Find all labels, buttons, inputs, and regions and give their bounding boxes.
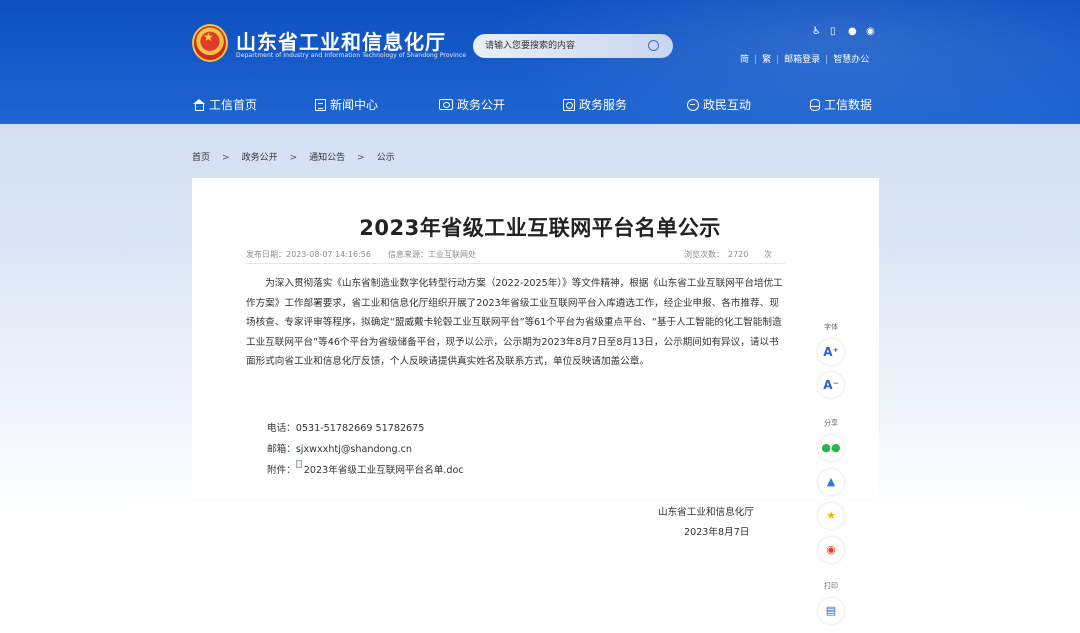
breadcrumb-separator: >	[357, 153, 365, 163]
breadcrumb-publicity[interactable]: 公示	[377, 153, 395, 163]
publish-date-label: 发布日期：	[246, 250, 286, 259]
nav-item-label: 政务服务	[579, 98, 628, 112]
breadcrumb-home[interactable]: 首页	[192, 153, 210, 163]
nav-item-label: 政务公开	[457, 98, 506, 112]
utility-links: 简 | 繁 | 邮箱登录 | 智慧办公	[740, 47, 869, 65]
nav-item-news[interactable]: 新闻中心	[315, 94, 378, 114]
attachment-link[interactable]: 2023年省级工业互联网平台名单.doc	[304, 465, 464, 476]
contact-phone: 电话：0531-51782669 51782675	[267, 420, 424, 434]
info-source-value: 工业互联网处	[428, 250, 476, 259]
email-label: 邮箱：	[267, 444, 296, 455]
site-header: ★ 山东省工业和信息化厅 Department of Industry and …	[0, 0, 1080, 124]
publish-date-value: 2023-08-07 14:16:56	[286, 250, 371, 259]
share-qzone-button[interactable]: ★	[818, 503, 844, 529]
wechat-icon[interactable]: ●	[848, 26, 857, 38]
divider	[245, 263, 785, 264]
attachment-label: 附件：	[267, 465, 296, 476]
qq-icon: ▲	[826, 475, 836, 488]
breadcrumb: 首页 > 政务公开 > 通知公告 > 公示	[192, 145, 395, 163]
share-qq-button[interactable]: ▲	[818, 469, 844, 495]
article-body: 为深入贯彻落实《山东省制造业数字化转型行动方案（2022-2025年）》等文件精…	[246, 278, 783, 367]
contact-email: 邮箱：sjxwxxhtj@shandong.cn	[267, 441, 412, 455]
nav-item-data[interactable]: 工信数据	[810, 94, 872, 114]
search-box	[473, 34, 673, 58]
nav-item-label: 工信数据	[824, 98, 873, 112]
share-wechat-button[interactable]: ●●	[818, 435, 844, 461]
nav-item-home[interactable]: 工信首页	[192, 94, 257, 114]
font-size-label: 字体	[824, 323, 838, 331]
view-count-value: 2720	[728, 250, 749, 259]
share-label: 分享	[824, 419, 838, 427]
star-icon: ★	[826, 509, 836, 522]
national-emblem-logo[interactable]: ★	[192, 24, 228, 62]
nav-item-gov-services[interactable]: 政务服务	[563, 94, 627, 114]
site-name-english: Department of Industry and Information T…	[236, 52, 467, 59]
document-icon	[295, 460, 302, 468]
nav-item-label: 新闻中心	[330, 98, 379, 112]
wechat-icon: ●●	[821, 441, 841, 454]
smart-office-link[interactable]: 智慧办公	[833, 55, 869, 65]
info-source-label: 信息来源：	[388, 250, 428, 259]
view-count: 浏览次数： 2720	[684, 249, 748, 260]
accessibility-icon[interactable]: ♿	[812, 26, 821, 38]
font-decrease-button[interactable]: A⁻	[818, 372, 844, 398]
view-count-label: 浏览次数：	[684, 250, 724, 259]
simplified-chinese-link[interactable]: 简	[740, 55, 749, 65]
signature-org: 山东省工业和信息化厅	[658, 507, 754, 518]
email-login-link[interactable]: 邮箱登录	[784, 55, 820, 65]
attachment: 附件： 2023年省级工业互联网平台名单.doc	[267, 460, 464, 476]
nav-item-label: 政民互动	[703, 98, 752, 112]
screen-icon	[439, 99, 453, 110]
breadcrumb-gov-affairs[interactable]: 政务公开	[242, 153, 278, 163]
view-count-unit: 次	[764, 250, 772, 259]
phone-label: 电话：	[267, 423, 296, 434]
share-weibo-button[interactable]: ◉	[818, 537, 844, 563]
font-increase-button[interactable]: A⁺	[818, 339, 844, 365]
nav-item-gov-affairs[interactable]: 政务公开	[439, 94, 505, 114]
separator: |	[776, 55, 780, 65]
traditional-chinese-link[interactable]: 繁	[762, 55, 771, 65]
print-button[interactable]: ▤	[818, 598, 844, 624]
breadcrumb-notices[interactable]: 通知公告	[309, 153, 345, 163]
breadcrumb-separator: >	[222, 153, 230, 163]
search-input[interactable]	[485, 38, 645, 54]
printer-icon: ▤	[825, 604, 837, 617]
phone-value: 0531-51782669 51782675	[295, 423, 425, 434]
info-source: 信息来源：工业互联网处	[388, 249, 476, 260]
main-nav: 工信首页 新闻中心 政务公开 政务服务 政民互动 工信数据	[190, 94, 890, 114]
mobile-icon[interactable]: ▯	[830, 26, 836, 38]
chat-icon	[687, 98, 699, 111]
nav-item-interaction[interactable]: 政民互动	[687, 94, 751, 114]
nav-item-label: 工信首页	[209, 98, 258, 112]
breadcrumb-separator: >	[289, 153, 298, 163]
separator: |	[754, 55, 758, 65]
signature-date: 2023年8月7日	[684, 527, 750, 538]
print-label: 打印	[824, 582, 838, 590]
database-icon	[810, 98, 820, 111]
page-title: 2023年省级工业互联网平台名单公示	[359, 216, 721, 240]
email-value[interactable]: sjxwxxhtj@shandong.cn	[296, 444, 412, 455]
separator: |	[825, 55, 829, 65]
service-icon	[563, 98, 575, 111]
search-icon[interactable]	[648, 40, 659, 51]
weibo-icon[interactable]: ◉	[866, 26, 875, 38]
font-decrease-icon: A⁻	[823, 378, 839, 392]
home-icon	[192, 99, 205, 111]
publish-date: 发布日期：2023-08-07 14:16:56	[246, 249, 371, 260]
news-icon	[315, 98, 326, 111]
utility-icons: ♿ ▯ ● ◉	[808, 26, 888, 40]
font-increase-icon: A⁺	[823, 345, 839, 359]
weibo-icon: ◉	[826, 543, 836, 556]
site-name[interactable]: 山东省工业和信息化厅	[236, 26, 446, 55]
